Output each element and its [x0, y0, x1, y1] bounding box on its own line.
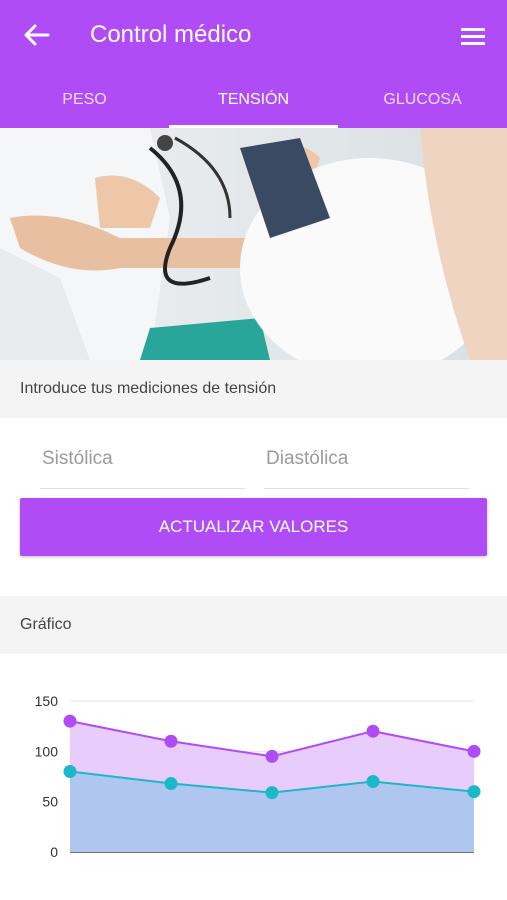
chart-svg: 150 100 50 0	[35, 693, 481, 860]
measurement-section-header: Introduce tus mediciones de tensión	[0, 360, 507, 418]
data-point	[467, 744, 481, 758]
data-point	[63, 714, 77, 728]
app-bar: Control médico PESO TENSIÓN GLUCOSA	[0, 0, 507, 128]
diastolic-input[interactable]	[264, 438, 473, 480]
systolic-field-wrapper	[40, 438, 249, 489]
measurement-inputs	[0, 418, 507, 498]
y-tick-label: 0	[50, 844, 58, 860]
data-point	[265, 786, 279, 800]
tab-peso[interactable]: PESO	[0, 72, 169, 128]
diastolic-field-wrapper	[264, 438, 473, 489]
blood-pressure-chart: 150 100 50 0	[0, 660, 507, 890]
data-point	[467, 785, 481, 799]
chart-section-header: Gráfico	[0, 596, 507, 654]
data-point	[164, 734, 178, 748]
data-point	[265, 749, 279, 763]
update-values-button[interactable]: ACTUALIZAR VALORES	[20, 498, 487, 556]
menu-icon[interactable]	[460, 24, 486, 48]
y-tick-label: 50	[42, 794, 58, 810]
hero-image	[0, 128, 507, 360]
tab-bar: PESO TENSIÓN GLUCOSA	[0, 72, 507, 128]
data-point	[366, 724, 380, 738]
tab-glucosa[interactable]: GLUCOSA	[338, 72, 507, 128]
tab-tension[interactable]: TENSIÓN	[169, 72, 338, 128]
y-tick-label: 150	[35, 693, 59, 709]
data-point	[366, 775, 380, 789]
back-arrow-icon[interactable]	[22, 20, 50, 50]
page-title: Control médico	[90, 21, 252, 48]
blood-pressure-photo	[0, 128, 507, 360]
systolic-input[interactable]	[40, 438, 249, 480]
y-tick-label: 100	[35, 743, 59, 759]
data-point	[164, 777, 178, 791]
data-point	[63, 764, 77, 778]
